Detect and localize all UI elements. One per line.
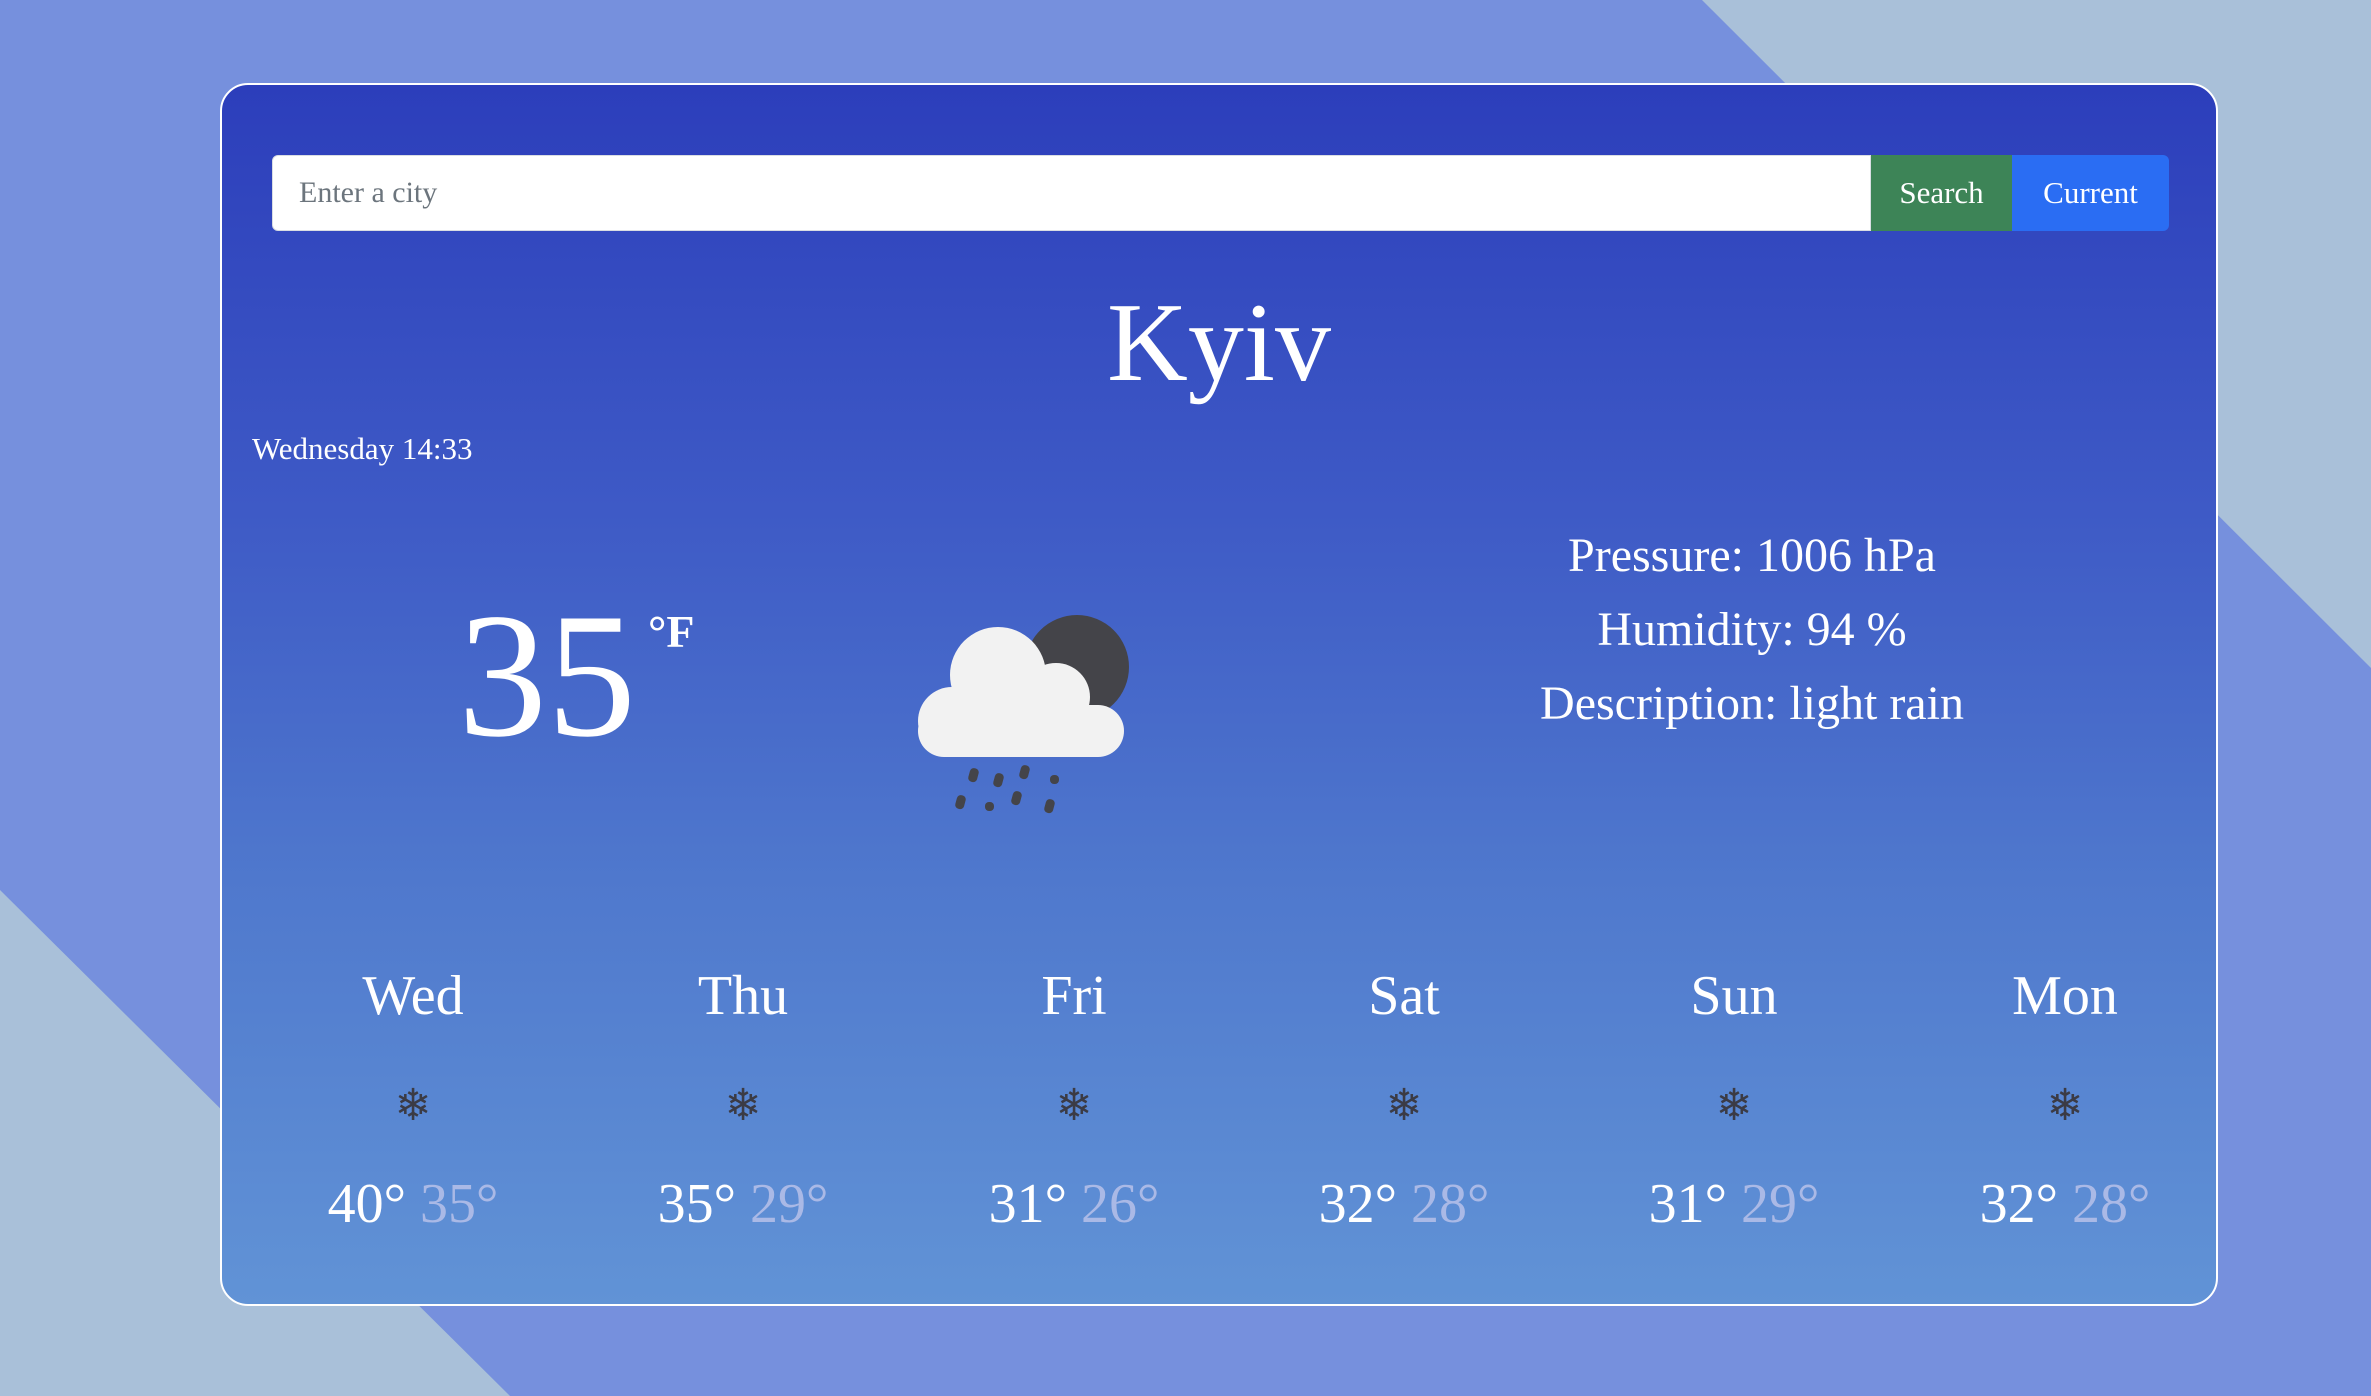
humidity-text: Humidity: 94 % bbox=[1597, 603, 1907, 656]
snowflake-icon: ❄ bbox=[1055, 1081, 1093, 1130]
pressure-text: Pressure: 1006 hPa bbox=[1568, 529, 1936, 582]
forecast-max-temp: 31° bbox=[1648, 1173, 1727, 1235]
description-text: Description: light rain bbox=[1540, 677, 1964, 730]
cloud-rain-moon-icon bbox=[918, 615, 1129, 814]
forecast-min-temp: 35° bbox=[420, 1173, 499, 1235]
forecast-day: Sun ❄ 31° 29° bbox=[1569, 961, 1899, 1239]
temperature-unit-fahrenheit: °F bbox=[648, 606, 695, 657]
forecast-min-temp: 29° bbox=[750, 1173, 829, 1235]
forecast-max-temp: 31° bbox=[988, 1173, 1067, 1235]
search-button[interactable]: Search bbox=[1871, 155, 2012, 231]
city-name: Kyiv bbox=[1107, 281, 1331, 405]
snowflake-icon: ❄ bbox=[1715, 1081, 1753, 1130]
forecast-day-name: Sat bbox=[1368, 965, 1440, 1027]
snowflake-icon: ❄ bbox=[2046, 1081, 2084, 1130]
forecast-max-temp: 35° bbox=[657, 1173, 736, 1235]
forecast-temps: 31° 29° bbox=[1569, 1169, 1899, 1239]
search-form: Search Current bbox=[272, 155, 2169, 231]
weather-details: Pressure: 1006 hPa Humidity: 94 % Descri… bbox=[1372, 519, 2132, 741]
forecast-day: Mon ❄ 32° 28° bbox=[1900, 961, 2216, 1239]
temperature-value: 35 bbox=[458, 576, 636, 774]
snowflake-icon: ❄ bbox=[394, 1081, 432, 1130]
forecast-day-name: Sun bbox=[1690, 965, 1778, 1027]
forecast-day: Wed ❄ 40° 35° bbox=[248, 961, 578, 1239]
forecast-temps: 40° 35° bbox=[248, 1169, 578, 1239]
weather-card: Search Current Kyiv Wednesday 14:33 35 °… bbox=[220, 83, 2218, 1306]
forecast-min-temp: 28° bbox=[2072, 1173, 2151, 1235]
forecast-day-name: Thu bbox=[697, 965, 789, 1027]
forecast-max-temp: 40° bbox=[327, 1173, 406, 1235]
forecast-min-temp: 26° bbox=[1081, 1173, 1160, 1235]
forecast-row: Wed ❄ 40° 35° Thu ❄ 35° 29° Fri ❄ 31° 26… bbox=[222, 961, 2216, 1261]
forecast-day-name: Wed bbox=[362, 965, 464, 1027]
forecast-day-name: Mon bbox=[2012, 965, 2118, 1027]
forecast-day: Thu ❄ 35° 29° bbox=[578, 961, 908, 1239]
snowflake-icon: ❄ bbox=[724, 1081, 762, 1130]
forecast-temps: 35° 29° bbox=[578, 1169, 908, 1239]
forecast-min-temp: 29° bbox=[1741, 1173, 1820, 1235]
forecast-day-name: Fri bbox=[1041, 965, 1107, 1027]
forecast-max-temp: 32° bbox=[1318, 1173, 1397, 1235]
forecast-temps: 31° 26° bbox=[909, 1169, 1239, 1239]
forecast-day: Sat ❄ 32° 28° bbox=[1239, 961, 1569, 1239]
forecast-day: Fri ❄ 31° 26° bbox=[909, 961, 1239, 1239]
snowflake-icon: ❄ bbox=[1385, 1081, 1423, 1130]
forecast-max-temp: 32° bbox=[1979, 1173, 2058, 1235]
city-search-input[interactable] bbox=[272, 155, 1871, 231]
forecast-temps: 32° 28° bbox=[1900, 1169, 2216, 1239]
forecast-min-temp: 28° bbox=[1411, 1173, 1490, 1235]
current-datetime: Wednesday 14:33 bbox=[252, 431, 473, 466]
current-location-button[interactable]: Current bbox=[2012, 155, 2169, 231]
forecast-temps: 32° 28° bbox=[1239, 1169, 1569, 1239]
